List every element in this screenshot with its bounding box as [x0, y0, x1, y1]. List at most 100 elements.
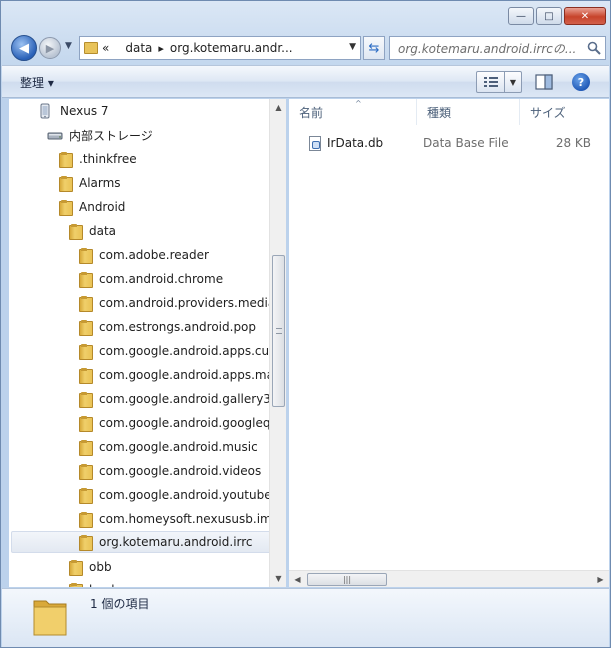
search-box[interactable]: org.kotemaru.android.irrcの... [389, 36, 606, 60]
tree-item-folder[interactable]: com.google.android.gallery3d [79, 388, 279, 410]
preview-pane-icon [535, 74, 553, 90]
scroll-up-icon[interactable]: ▲ [270, 99, 287, 116]
tree-item-folder[interactable]: com.google.android.googlequicksearchbox [79, 412, 285, 434]
item-count-status: 1 個の項目 [90, 597, 150, 611]
search-input[interactable]: org.kotemaru.android.irrcの... [398, 40, 585, 57]
arrow-right-icon: ▶ [45, 41, 55, 55]
tree-item-folder[interactable]: com.google.android.music [79, 436, 258, 458]
search-icon[interactable] [585, 39, 603, 57]
column-header-label: サイズ [530, 105, 566, 120]
navigation-pane[interactable]: Nexus 7 内部ストレージ .thinkfree Alarms Androi… [9, 99, 286, 587]
device-icon [37, 103, 53, 119]
scroll-down-icon[interactable]: ▼ [270, 570, 287, 587]
tree-item-label: com.google.android.music [99, 440, 258, 454]
address-bar[interactable]: « data ▸ org.kotemaru.andr... ▼ [79, 36, 361, 60]
preview-pane-button[interactable] [535, 74, 553, 90]
tree-item-folder[interactable]: com.android.chrome [79, 268, 223, 290]
tree-item-label: com.android.chrome [99, 272, 224, 286]
folder-icon [79, 463, 93, 480]
tree-item-label: com.estrongs.android.pop [99, 320, 257, 334]
folder-icon [59, 151, 73, 168]
tree-item-folder[interactable]: com.google.android.youtube [79, 484, 272, 506]
file-type: Data Base File [423, 136, 509, 150]
column-header-size[interactable]: サイズ [520, 99, 609, 125]
grip-icon: ||| [342, 575, 352, 584]
close-button[interactable]: ✕ [564, 7, 606, 25]
drive-icon [47, 129, 63, 141]
folder-icon [79, 247, 93, 264]
column-header-label: 名前 [299, 105, 324, 120]
folder-icon [84, 42, 98, 54]
tree-item-label: com.google.android.apps.maps [99, 368, 286, 382]
folder-icon [59, 175, 73, 192]
tree-item-obb[interactable]: obb [69, 556, 112, 578]
tree-item-label: Alarms [79, 176, 121, 190]
folder-icon [79, 319, 93, 336]
tree-item-label: com.google.android.youtube [99, 488, 272, 502]
tree-item-folder[interactable]: com.adobe.reader [79, 244, 209, 266]
tree-item-selected[interactable]: org.kotemaru.android.irrc [11, 531, 271, 553]
folder-icon [79, 295, 93, 312]
folder-icon [79, 415, 93, 432]
address-overflow[interactable]: « [102, 41, 109, 55]
tree-item-internal-storage[interactable]: 内部ストレージ [47, 124, 153, 146]
file-list-horizontal-scrollbar[interactable]: ◀ ||| ▶ [289, 570, 609, 587]
tree-item-label: com.android.providers.media [99, 296, 276, 310]
forward-button[interactable]: ▶ [39, 37, 61, 59]
tree-item-label: org.kotemaru.android.irrc [99, 535, 253, 549]
tree-item-label: .thinkfree [79, 152, 137, 166]
tree-item-label: 内部ストレージ [69, 128, 153, 143]
refresh-button[interactable]: ⇆ [363, 36, 385, 60]
folder-icon [79, 271, 93, 288]
folder-icon [69, 582, 83, 587]
column-header-name[interactable]: 名前 ^ [289, 99, 417, 125]
help-button[interactable]: ? [572, 73, 590, 91]
tree-item-folder[interactable]: com.android.providers.media [79, 292, 275, 314]
minimize-button[interactable]: — [508, 7, 534, 25]
file-list-pane[interactable]: 名前 ^ 種類 サイズ IrData.db Data Base File 28 … [289, 99, 609, 587]
view-details-icon[interactable] [477, 72, 505, 92]
arrow-left-icon: ◀ [19, 40, 29, 56]
tree-item-label: Nexus 7 [60, 104, 109, 118]
scroll-right-icon[interactable]: ▶ [592, 571, 609, 588]
tree-item-folder[interactable]: com.google.android.apps.maps [79, 364, 286, 386]
scroll-left-icon[interactable]: ◀ [289, 571, 306, 588]
caption-buttons: — □ ✕ [506, 7, 606, 25]
tree-vertical-scrollbar[interactable]: ▲ ▼ [269, 99, 286, 587]
tree-item-label: Android [79, 200, 126, 214]
file-row[interactable]: IrData.db Data Base File 28 KB [289, 133, 609, 153]
file-size: 28 KB [555, 136, 591, 150]
scrollbar-thumb[interactable] [272, 255, 285, 407]
breadcrumb-current[interactable]: org.kotemaru.andr... [170, 41, 293, 55]
address-dropdown-icon[interactable]: ▼ [349, 42, 356, 52]
chevron-down-icon[interactable]: ▼ [505, 72, 521, 92]
refresh-icon: ⇆ [368, 40, 380, 56]
tree-item-folder[interactable]: com.google.android.apps.currents [79, 340, 285, 362]
tree-item-books[interactable]: books [69, 579, 125, 587]
folder-icon [33, 600, 67, 636]
tree-item-label: data [89, 224, 117, 238]
tree-item-nexus7[interactable]: Nexus 7 [37, 100, 109, 122]
tree-item-folder[interactable]: com.estrongs.android.pop [79, 316, 256, 338]
column-header-type[interactable]: 種類 [417, 99, 520, 125]
tree-item-folder[interactable]: com.homeysoft.nexususb.importer [79, 508, 285, 530]
explorer-window: — □ ✕ ◀ ▶ ▼ « data ▸ org.kotemaru.andr..… [0, 0, 611, 648]
folder-icon [69, 223, 83, 240]
folder-icon [79, 534, 93, 551]
tree-item-android[interactable]: Android [59, 196, 125, 218]
tree-item-alarms[interactable]: Alarms [59, 172, 121, 194]
scrollbar-thumb[interactable]: ||| [307, 573, 387, 586]
tree-item-data[interactable]: data [69, 220, 116, 242]
change-view-button[interactable]: ▼ [476, 71, 522, 93]
tree-item-folder[interactable]: com.google.android.videos [79, 460, 261, 482]
maximize-button[interactable]: □ [536, 7, 562, 25]
column-header-label: 種類 [427, 105, 452, 120]
recent-pages-dropdown[interactable]: ▼ [65, 41, 72, 51]
breadcrumb-separator-icon[interactable]: ▸ [158, 42, 164, 55]
breadcrumb-data[interactable]: data [125, 41, 152, 55]
tree-item-label: obb [89, 560, 112, 574]
organize-menu[interactable]: 整理 ▾ [20, 74, 54, 91]
tree-item-thinkfree[interactable]: .thinkfree [59, 148, 137, 170]
back-button[interactable]: ◀ [11, 35, 37, 61]
folder-icon [79, 367, 93, 384]
